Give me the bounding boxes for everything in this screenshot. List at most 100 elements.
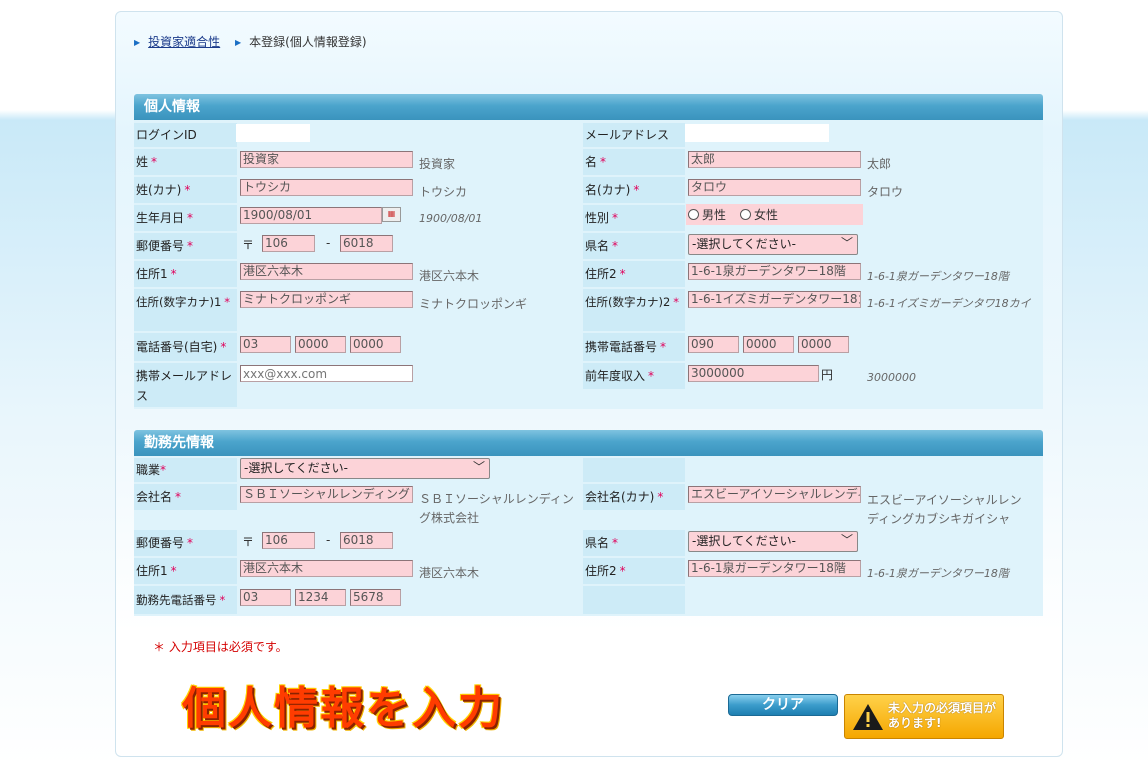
row-zip: 郵便番号 * 〒 106 - 6018 県名 * -選択してください- ﹀ — [134, 232, 1043, 260]
radio-icon — [688, 209, 699, 220]
work-phone-3[interactable]: 5678 — [350, 589, 401, 606]
first-kana-input[interactable]: タロウ — [688, 179, 861, 196]
addr2-label: 住所2 * — [583, 261, 685, 287]
work-zip2-input[interactable]: 6018 — [340, 532, 393, 549]
addr-kana2-label: 住所(数字カナ)2 * — [583, 289, 685, 331]
login-id-label: ログインID — [134, 123, 237, 147]
section-header-work: 勤務先情報 — [134, 430, 1043, 456]
empty-label — [583, 586, 685, 614]
home-phone-3[interactable]: 0000 — [350, 336, 401, 353]
row-login: ログインID メールアドレス — [134, 120, 1043, 147]
job-select[interactable]: -選択してください- ﹀ — [240, 458, 490, 479]
warning-icon — [853, 704, 883, 730]
zip2-input[interactable]: 6018 — [340, 235, 393, 252]
first-kana-hint: タロウ — [867, 185, 904, 199]
row-kana: 姓(カナ) * トウシカ トウシカ 名(カナ) * タロウ タロウ — [134, 176, 1043, 204]
breadcrumb-current: 本登録(個人情報登録) — [249, 35, 367, 49]
birth-input[interactable]: 1900/08/01 — [240, 207, 382, 224]
work-addr2-label: 住所2 * — [583, 558, 685, 584]
company-kana-hint-line1: エスビーアイソーシャルレン — [867, 493, 1022, 507]
job-label: 職業* — [134, 458, 237, 482]
company-hint-line1: ＳＢＩソーシャルレンディン — [419, 492, 574, 506]
work-pref-label: 県名 * — [583, 530, 685, 556]
last-kana-input[interactable]: トウシカ — [240, 179, 413, 196]
last-name-input[interactable]: 投資家 — [240, 151, 413, 168]
row-work-phone: 勤務先電話番号 * 03 1234 5678 — [134, 585, 1043, 615]
birth-label: 生年月日 * — [134, 205, 237, 231]
home-phone-label: 電話番号(自宅) * — [134, 333, 237, 361]
work-phone-2[interactable]: 1234 — [295, 589, 346, 606]
work-addr2-input[interactable]: 1-6-1泉ガーデンタワー18階 — [688, 560, 861, 577]
pref-label: 県名 * — [583, 233, 685, 259]
row-address-kana: 住所(数字カナ)1 * ミナトクロッポンギ ミナトクロッポンギ 住所(数字カナ)2… — [134, 288, 1043, 332]
addr1-input[interactable]: 港区六本木 — [240, 263, 413, 280]
company-input[interactable]: ＳＢＩソーシャルレンディング — [240, 486, 413, 503]
chevron-down-icon: ﹀ — [472, 460, 485, 474]
work-phone-label: 勤務先電話番号 * — [134, 586, 237, 614]
income-label: 前年度収入 * — [583, 363, 685, 389]
calendar-icon[interactable]: ▦ — [382, 207, 401, 222]
addr-kana1-label: 住所(数字カナ)1 * — [134, 289, 237, 331]
pref-select[interactable]: -選択してください- ﹀ — [688, 234, 858, 255]
income-unit: 円 — [821, 368, 834, 382]
triangle-icon: ▶ — [235, 38, 242, 47]
mobile-mail-label: 携帯メールアドレス — [134, 363, 237, 407]
company-kana-label: 会社名(カナ) * — [583, 484, 685, 510]
addr1-hint: 港区六本木 — [419, 269, 480, 283]
gender-male-option[interactable]: 男性 — [688, 206, 726, 223]
addr-kana1-input[interactable]: ミナトクロッポンギ — [240, 291, 413, 308]
work-pref-select[interactable]: -選択してください- ﹀ — [688, 531, 858, 552]
work-zip1-input[interactable]: 106 — [262, 532, 315, 549]
mobile-phone-1[interactable]: 090 — [688, 336, 739, 353]
mobile-phone-3[interactable]: 0000 — [798, 336, 849, 353]
radio-icon — [740, 209, 751, 220]
last-name-hint: 投資家 — [419, 157, 456, 171]
personal-grid: ログインID メールアドレス 姓 * 投資家 投資家 名 * 太郎 太郎 姓(カナ)… — [134, 120, 1043, 409]
last-kana-label: 姓(カナ) * — [134, 177, 237, 203]
chevron-down-icon: ﹀ — [840, 533, 853, 547]
addr2-input[interactable]: 1-6-1泉ガーデンタワー18階 — [688, 263, 861, 280]
breadcrumb-link[interactable]: 投資家適合性 — [148, 35, 220, 49]
work-addr1-input[interactable]: 港区六本木 — [240, 560, 413, 577]
breadcrumb-item-registration: ▶ 本登録(個人情報登録) — [235, 33, 367, 50]
zip1-input[interactable]: 106 — [262, 235, 315, 252]
row-company: 会社名 * ＳＢＩソーシャルレンディング ＳＢＩソーシャルレンディン グ株式会社 … — [134, 483, 1043, 527]
row-birth: 生年月日 * 1900/08/01 ▦ 1900/08/01 性別 * 男性 女性 — [134, 204, 1043, 232]
company-kana-hint-line2: ディングカブシキガイシャ — [867, 512, 1011, 526]
first-name-hint: 太郎 — [867, 157, 892, 171]
mobile-mail-input[interactable] — [240, 365, 413, 382]
login-id-value — [236, 124, 310, 142]
zip-label: 郵便番号 * — [134, 233, 237, 259]
banner-title: 個人情報を入力 — [182, 683, 504, 734]
warning-line2: あります! — [888, 716, 942, 730]
zip-dash: - — [326, 236, 331, 250]
income-input[interactable]: 3000000 — [688, 365, 819, 382]
submit-warning-button[interactable]: 未入力の必須項目が あります! — [844, 694, 1004, 739]
row-name: 姓 * 投資家 投資家 名 * 太郎 太郎 — [134, 148, 1043, 176]
company-hint-line2: グ株式会社 — [419, 511, 480, 525]
home-phone-2[interactable]: 0000 — [295, 336, 346, 353]
company-label: 会社名 * — [134, 484, 237, 510]
triangle-icon: ▶ — [134, 38, 141, 47]
first-kana-label: 名(カナ) * — [583, 177, 685, 203]
required-note: ＊ 入力項目は必須です。 — [153, 640, 288, 654]
row-work-address: 住所1 * 港区六本木 港区六本木 住所2 * 1-6-1泉ガーデンタワー18階 1… — [134, 557, 1043, 585]
last-kana-hint: トウシカ — [419, 185, 468, 199]
first-name-label: 名 * — [583, 149, 685, 175]
addr-kana2-hint: 1-6-1イズミガーデンタワ18カイ — [867, 297, 1031, 310]
mobile-phone-2[interactable]: 0000 — [743, 336, 794, 353]
mobile-phone-label: 携帯電話番号 * — [583, 333, 685, 361]
addr-kana2-input[interactable]: 1-6-1イズミガーデンタワー18カイ — [688, 291, 861, 308]
company-kana-input[interactable]: エスビーアイソーシャルレンディング — [688, 486, 861, 503]
first-name-input[interactable]: 太郎 — [688, 151, 861, 168]
row-mail-income: 携帯メールアドレス 前年度収入* 3000000 円 3000000 — [134, 362, 1043, 408]
gender-female-option[interactable]: 女性 — [740, 206, 778, 223]
work-addr1-label: 住所1 * — [134, 558, 237, 584]
birth-hint: 1900/08/01 — [419, 212, 483, 225]
home-phone-1[interactable]: 03 — [240, 336, 291, 353]
work-zip-label: 郵便番号 * — [134, 530, 237, 556]
clear-button[interactable]: クリア — [728, 694, 838, 716]
warning-text: 未入力の必須項目が あります! — [888, 701, 996, 731]
work-phone-1[interactable]: 03 — [240, 589, 291, 606]
breadcrumb-item-suitability[interactable]: ▶ 投資家適合性 — [134, 33, 220, 50]
